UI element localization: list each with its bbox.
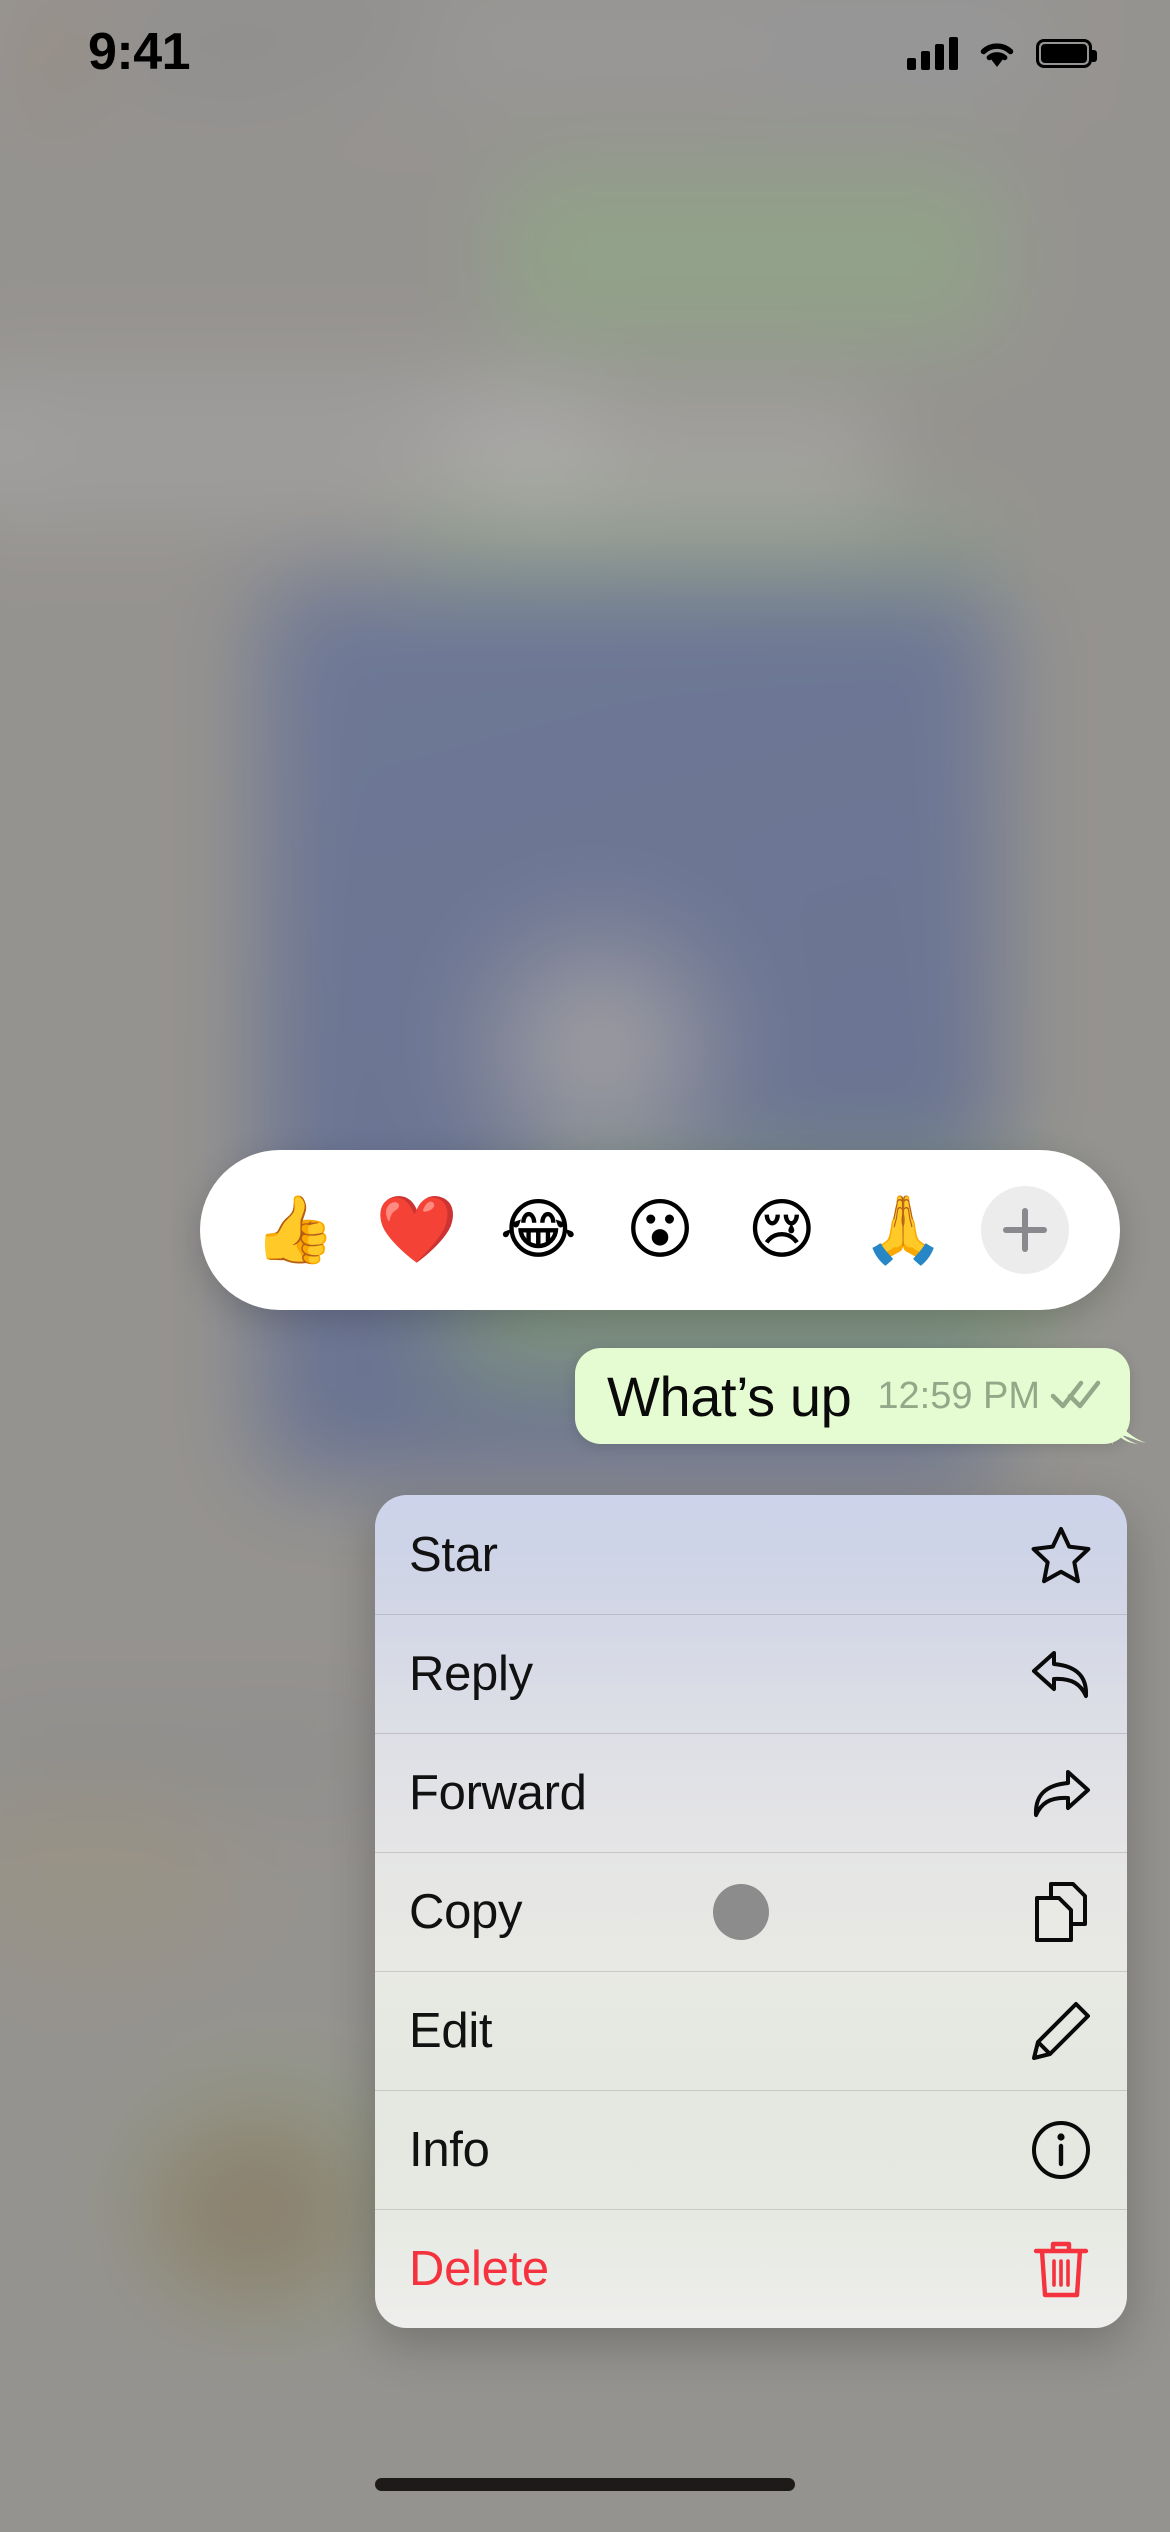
info-circle-icon <box>1027 2116 1095 2184</box>
bubble-tail <box>1112 1405 1147 1445</box>
context-menu-label: Info <box>409 2122 490 2177</box>
star-outline-icon <box>1027 1521 1095 1589</box>
reaction-thumbs-up[interactable]: 👍 <box>234 1197 356 1263</box>
context-menu-item-star[interactable]: Star <box>375 1495 1127 1614</box>
cellular-bars-icon <box>907 36 958 70</box>
double-check-read-icon <box>1050 1377 1102 1416</box>
context-menu-label: Forward <box>409 1765 587 1820</box>
status-bar-time: 9:41 <box>88 23 191 81</box>
battery-full-icon <box>1036 38 1097 68</box>
forward-arrow-icon <box>1027 1759 1095 1827</box>
context-menu-label: Reply <box>409 1646 533 1701</box>
context-menu-item-copy[interactable]: Copy <box>375 1852 1127 1971</box>
copy-documents-icon <box>1027 1878 1095 1946</box>
reply-arrow-icon <box>1027 1640 1095 1708</box>
reaction-crying-face[interactable]: 😢 <box>721 1197 843 1263</box>
touch-point <box>713 1883 769 1940</box>
wifi-icon <box>976 37 1018 69</box>
message-meta: 12:59 PM <box>877 1375 1102 1418</box>
pencil-icon <box>1027 1997 1095 2065</box>
message-text: What’s up <box>607 1364 852 1428</box>
context-menu-item-edit[interactable]: Edit <box>375 1971 1127 2090</box>
context-menu-label: Delete <box>409 2241 549 2296</box>
plus-icon <box>981 1186 1070 1274</box>
context-menu-item-forward[interactable]: Forward <box>375 1733 1127 1852</box>
emoji-reaction-bar[interactable]: 👍 ❤️ 😂 😮 😢 🙏 <box>200 1150 1120 1310</box>
status-bar-indicators <box>907 36 1097 70</box>
trash-icon <box>1027 2235 1095 2303</box>
add-more-reactions-button[interactable] <box>964 1186 1086 1274</box>
phone-screen: 9:41 👍 ❤️ 😂 😮 😢 🙏 What’s up 12:59 PM Sta… <box>0 0 1170 2532</box>
reaction-folded-hands[interactable]: 🙏 <box>843 1197 965 1263</box>
message-timestamp: 12:59 PM <box>877 1374 1041 1417</box>
context-menu-label: Edit <box>409 2003 493 2058</box>
status-bar: 9:41 <box>0 0 1170 120</box>
context-menu-item-reply[interactable]: Reply <box>375 1614 1127 1733</box>
reaction-red-heart[interactable]: ❤️ <box>356 1197 478 1263</box>
reaction-face-with-open-mouth[interactable]: 😮 <box>599 1197 721 1263</box>
reaction-face-with-tears-of-joy[interactable]: 😂 <box>477 1197 599 1263</box>
context-menu-item-info[interactable]: Info <box>375 2090 1127 2209</box>
context-menu-item-delete[interactable]: Delete <box>375 2209 1127 2328</box>
home-indicator[interactable] <box>375 2478 795 2491</box>
message-context-menu[interactable]: Star Reply Forward Copy Edit Info Delete <box>375 1495 1127 2328</box>
selected-message-bubble[interactable]: What’s up 12:59 PM <box>575 1348 1147 1445</box>
context-menu-label: Star <box>409 1527 498 1582</box>
